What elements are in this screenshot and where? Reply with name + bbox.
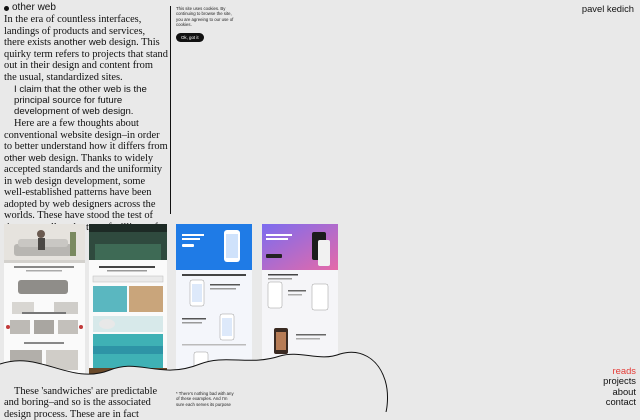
footnote: * There's nothing bad with any of these … [176, 391, 234, 407]
site-brand[interactable]: pavel kedich [582, 3, 634, 14]
another-web-term: another web [53, 37, 107, 48]
continuation-text: These 'sandwiches' are predictable and b… [4, 386, 158, 420]
nav-contact[interactable]: contact [603, 396, 636, 407]
column-divider [170, 6, 171, 214]
cookie-text: This site uses cookies. By continuing to… [176, 6, 234, 28]
other-web-term: other web [4, 152, 47, 164]
article-title-text: other web [12, 2, 56, 13]
main-nav: reads projects about contact [603, 365, 636, 407]
bullet-icon [4, 5, 9, 11]
article: other web In the era of countless interf… [4, 2, 168, 245]
article-title: other web [4, 2, 168, 14]
article-paragraph-1: In the era of countless interfaces, land… [4, 14, 168, 83]
article-claim: I claim that the other web is the princi… [14, 84, 147, 117]
cookie-notice: This site uses cookies. By continuing to… [176, 6, 236, 43]
cookie-accept-button[interactable]: Ok, got it [176, 32, 204, 43]
p2-text-a: Here are a few thoughts about convention… [4, 118, 168, 152]
